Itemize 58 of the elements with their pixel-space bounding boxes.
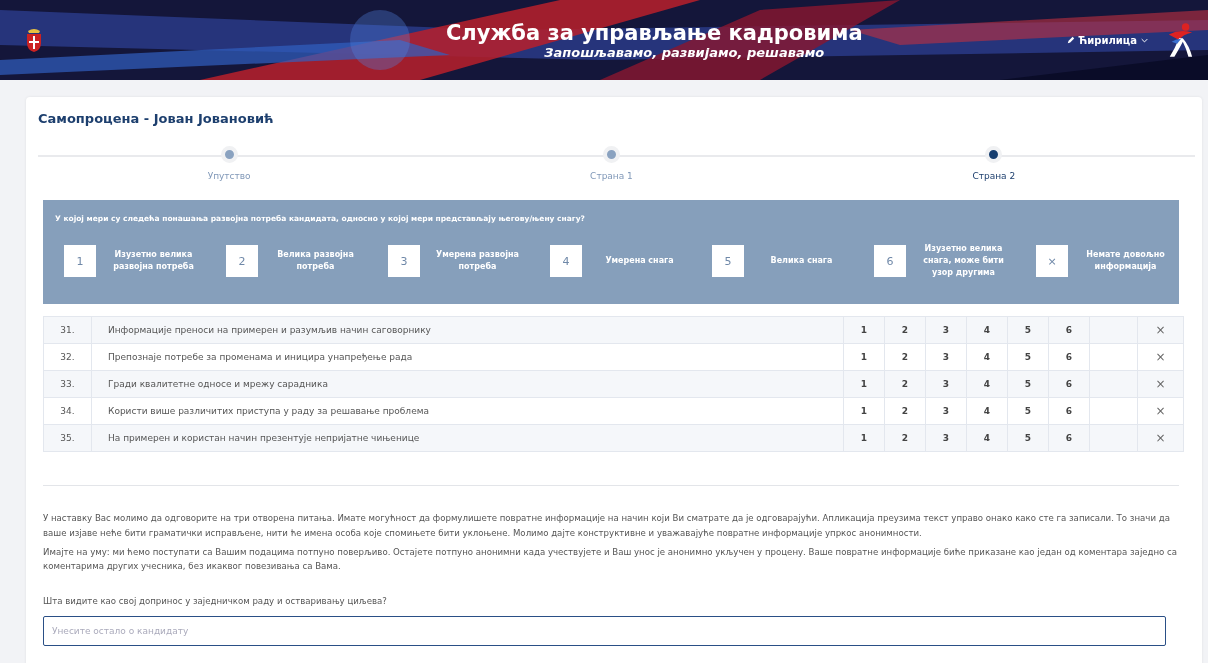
row-number: 33. [43,370,92,398]
chevron-down-icon [1141,37,1148,43]
scale-key: 6 [874,245,906,277]
statement-cell: Информације преноси на примерен и разумљив начин саговорнику [91,316,844,344]
answer-field[interactable]: Унесите остало о кандидату [43,616,1166,647]
row-number: 34. [43,397,92,425]
rating-option[interactable]: 5 [1007,397,1049,425]
scale-key: 2 [226,245,258,277]
rating-option[interactable]: 1 [843,343,885,371]
scale-key: 4 [550,245,582,277]
rating-option[interactable]: 1 [843,397,885,425]
rating-option[interactable]: 2 [884,343,926,371]
scale-key: 5 [712,245,744,277]
instruction-paragraph: Имајте на уму: ми ћемо поступати са Вашим подацима потпуно поверљиво. Остајете потпуно анонимни када учествујете и Ваш унос је анонимно укључен у процену. Ваше повратне информације биће приказане као један од коментара заједно са коментарима других учесника, без икаквог повезивања са Вама. [43,545,1179,574]
instruction-paragraph: У наставку Вас молимо да одговорите на три отворена питања. Имате могућност да формулишете повратне информације на начин који Ви сматрате да је одговарајући. Апликација преузима текст управо онако како сте га записали. То значи да ваше изјаве неће бити граматички исправљене, нити ће имена особа које спомињете бити уклоњене. Молимо дајте конструктивне и уважавајуће повратне информације упркос анонимности. [43,512,1171,540]
scale-label: Велика снага [769,255,834,267]
row-number: 31. [43,316,92,344]
language-dropdown[interactable]: Ћирилица [1064,32,1150,48]
scale-label: Изузетно велика развојна потреба [112,249,195,273]
scale-key: 1 [64,245,96,277]
rating-option[interactable]: 2 [884,316,926,344]
rating-option[interactable]: 6 [1048,343,1090,371]
rating-option[interactable]: 1 [843,316,885,344]
site-subtitle: Запошљавамо, развијамо, решавамо [543,44,826,60]
rating-option[interactable]: 2 [884,397,926,425]
site-title: Служба за управљање кадровима [445,20,863,45]
scale-label: Умерена снага [604,255,675,267]
rating-option[interactable]: 6 [1048,397,1090,425]
figure-logo-icon [1166,20,1194,60]
question-label: Шта видите као свој допринос у заједничком раду и остваривању циљева? [43,596,388,607]
rating-option[interactable]: 4 [966,316,1008,344]
no-info-option[interactable]: × [1137,343,1184,371]
scale-label: Умерена развојна потреба [435,249,520,273]
statement-cell: Гради квалитетне односе и мрежу сарадника [91,370,844,398]
rating-option[interactable]: 6 [1048,316,1090,344]
coat-of-arms-icon [24,27,44,53]
row-number: 32. [43,343,92,371]
rating-option[interactable]: 4 [966,397,1008,425]
page-title: Самопроцена - Јован Јовановић [38,111,275,126]
scale-key: × [1036,245,1068,277]
step-tab[interactable]: Страна 2 [972,171,1016,181]
rating-option[interactable]: 5 [1007,316,1049,344]
scale-label: Изузетно велика снага, може бити узор другима [922,243,1005,279]
rating-option[interactable]: 3 [925,316,967,344]
no-info-option[interactable]: × [1137,397,1184,425]
statement-cell: Препознаје потребе за променама и иницира унапређење рада [91,343,844,371]
pencil-icon [1066,36,1075,44]
no-info-option[interactable]: × [1137,316,1184,344]
rating-option[interactable]: 4 [966,343,1008,371]
statement-cell: На примерен и користан начин презентује непријатне чињенице [91,424,844,452]
scale-key: 3 [388,245,420,277]
statement-cell: Користи више различитих приступа у раду за решавање проблема [91,397,844,425]
scale-label: Велика развојна потреба [276,249,355,273]
scale-label: Немате довољно информација [1085,249,1166,273]
rating-option[interactable]: 5 [1007,343,1049,371]
rating-option[interactable]: 3 [925,343,967,371]
rating-option[interactable]: 3 [925,397,967,425]
row-number: 35. [43,424,92,452]
